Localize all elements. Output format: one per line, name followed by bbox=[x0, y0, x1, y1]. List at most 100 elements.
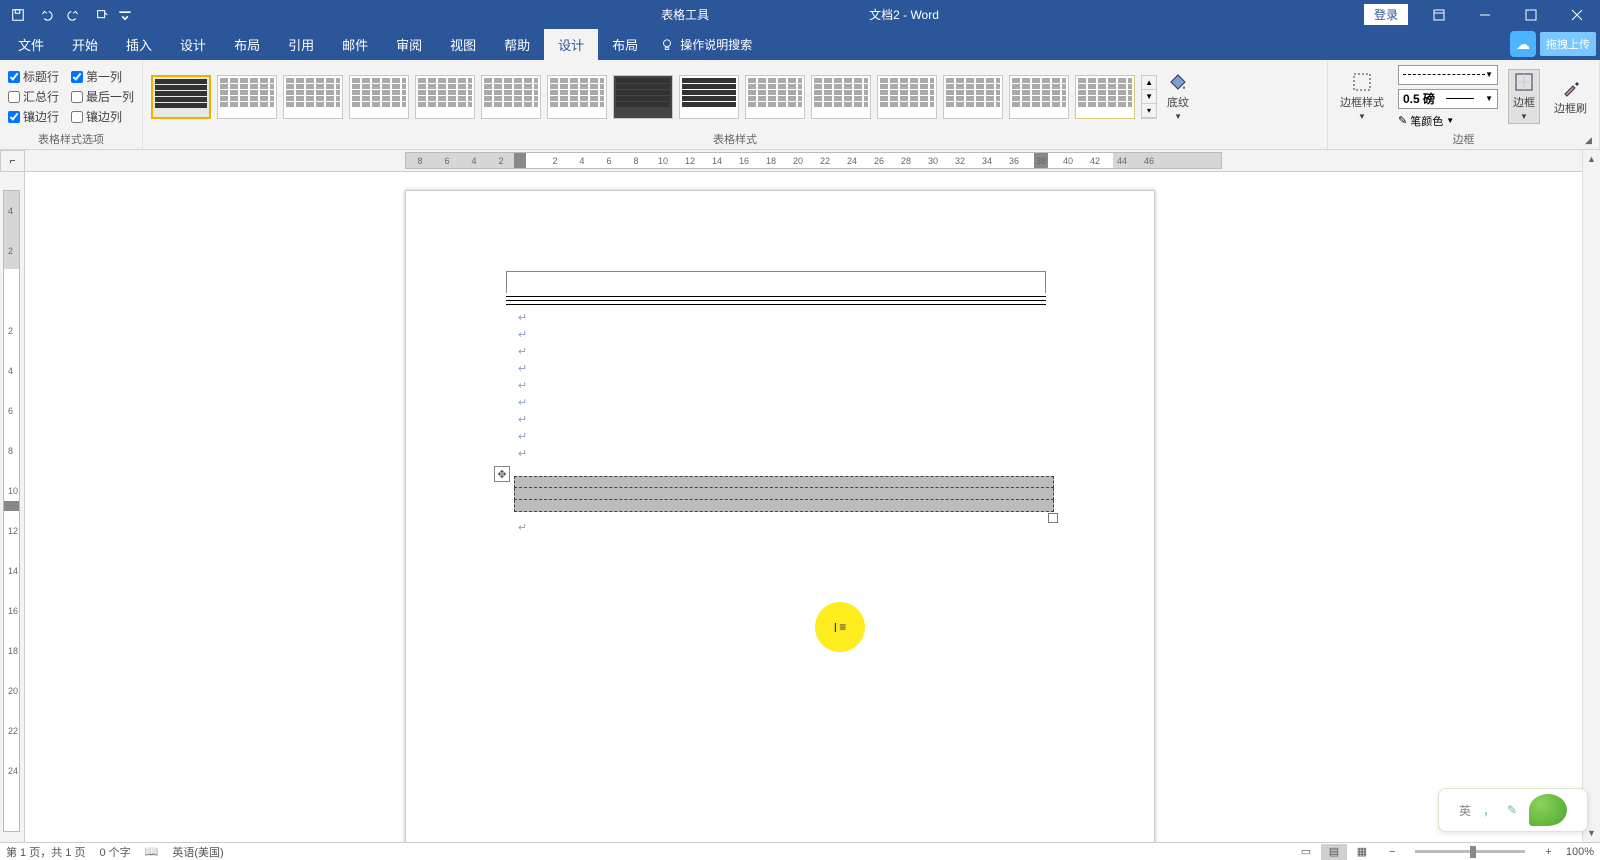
scroll-up-button[interactable]: ▲ bbox=[1583, 150, 1600, 168]
ribbon-tabs: 文件 开始 插入 设计 布局 引用 邮件 审阅 视图 帮助 设计 布局 操作说明… bbox=[0, 29, 1600, 60]
style-thumb-1[interactable] bbox=[217, 75, 277, 119]
zoom-out-button[interactable]: − bbox=[1389, 846, 1395, 858]
tab-table-layout[interactable]: 布局 bbox=[598, 29, 652, 60]
tab-file[interactable]: 文件 bbox=[4, 29, 58, 60]
save-button[interactable] bbox=[6, 3, 30, 27]
ruler-tick: 22 bbox=[820, 156, 830, 166]
vertical-ruler[interactable]: 4224681012141618202224 bbox=[0, 172, 25, 842]
tab-review[interactable]: 审阅 bbox=[382, 29, 436, 60]
document-canvas[interactable]: ↵↵↵↵↵ ↵↵↵↵ ✥ ↵ I ≡ bbox=[25, 172, 1582, 842]
vruler-tick: 14 bbox=[8, 566, 18, 576]
tab-layout[interactable]: 布局 bbox=[220, 29, 274, 60]
table-resize-handle[interactable] bbox=[1048, 513, 1058, 523]
style-thumb-13[interactable] bbox=[1009, 75, 1069, 119]
spellcheck-icon[interactable]: 📖 bbox=[145, 845, 159, 858]
table-2-selected[interactable]: ✥ bbox=[514, 476, 1054, 512]
zoom-in-button[interactable]: + bbox=[1545, 846, 1551, 858]
ime-indicator[interactable]: 英 ， ✎ bbox=[1438, 788, 1588, 832]
line-style-combo[interactable]: ▼ bbox=[1398, 65, 1498, 85]
table-1[interactable] bbox=[506, 271, 1046, 308]
style-thumb-4[interactable] bbox=[415, 75, 475, 119]
tab-references[interactable]: 引用 bbox=[274, 29, 328, 60]
table-row[interactable] bbox=[514, 476, 1054, 488]
chevron-down-icon: ▼ bbox=[1485, 94, 1493, 103]
read-mode-button[interactable]: ▭ bbox=[1293, 844, 1319, 860]
line-width-combo[interactable]: 0.5 磅 ▼ bbox=[1398, 89, 1498, 109]
maximize-button[interactable] bbox=[1508, 0, 1554, 29]
undo-button[interactable] bbox=[34, 3, 58, 27]
paragraph-marks: ↵↵↵↵↵ ↵↵↵↵ bbox=[518, 311, 527, 464]
style-thumb-8[interactable] bbox=[679, 75, 739, 119]
borders-dialog-launcher[interactable]: ◢ bbox=[1585, 135, 1597, 147]
redo-button[interactable] bbox=[62, 3, 86, 27]
tab-view[interactable]: 视图 bbox=[436, 29, 490, 60]
ime-punct: ， bbox=[1483, 802, 1495, 819]
qat-more-button[interactable] bbox=[118, 3, 132, 27]
word-count[interactable]: 0 个字 bbox=[99, 844, 130, 860]
language-status[interactable]: 英语(美国) bbox=[172, 844, 223, 860]
view-buttons: ▭ ▤ ▦ bbox=[1293, 844, 1375, 860]
table-row[interactable] bbox=[514, 500, 1054, 512]
style-thumb-10[interactable] bbox=[811, 75, 871, 119]
style-thumb-7[interactable] bbox=[613, 75, 673, 119]
tab-design[interactable]: 设计 bbox=[166, 29, 220, 60]
ruler-tick: 36 bbox=[1009, 156, 1019, 166]
border-style-button[interactable]: 边框样式 ▼ bbox=[1336, 70, 1388, 123]
customize-qat-button[interactable] bbox=[90, 3, 114, 27]
tab-insert[interactable]: 插入 bbox=[112, 29, 166, 60]
ruler-tick: 44 bbox=[1117, 156, 1127, 166]
login-button[interactable]: 登录 bbox=[1364, 4, 1408, 25]
tell-me-search[interactable]: 操作说明搜索 bbox=[660, 29, 752, 60]
check-total-row[interactable]: 汇总行 bbox=[8, 88, 59, 105]
vruler-tick: 16 bbox=[8, 606, 18, 616]
tab-mailings[interactable]: 邮件 bbox=[328, 29, 382, 60]
minimize-button[interactable] bbox=[1462, 0, 1508, 29]
zoom-value[interactable]: 100% bbox=[1566, 846, 1594, 858]
gallery-up-button[interactable]: ▲ bbox=[1142, 76, 1156, 90]
style-gallery: ▲ ▼ ▾ 底纹 ▼ bbox=[151, 70, 1193, 123]
check-last-col[interactable]: 最后一列 bbox=[71, 88, 134, 105]
table-row[interactable] bbox=[514, 488, 1054, 500]
horizontal-ruler[interactable]: 8642246810121416182022242628303234363840… bbox=[25, 150, 1582, 172]
ruler-tick: 24 bbox=[847, 156, 857, 166]
gallery-more-button[interactable]: ▾ bbox=[1142, 104, 1156, 118]
gallery-down-button[interactable]: ▼ bbox=[1142, 90, 1156, 104]
pen-color-button[interactable]: ✎ 笔颜色 ▼ bbox=[1398, 113, 1498, 129]
ruler-tick: 42 bbox=[1090, 156, 1100, 166]
style-thumb-0[interactable] bbox=[151, 75, 211, 119]
ruler-corner[interactable]: ⌐ bbox=[0, 150, 25, 172]
vertical-scrollbar[interactable]: ▲ ▼ bbox=[1582, 150, 1600, 842]
borders-icon bbox=[1514, 72, 1534, 92]
style-thumb-9[interactable] bbox=[745, 75, 805, 119]
style-thumb-5[interactable] bbox=[481, 75, 541, 119]
web-layout-button[interactable]: ▦ bbox=[1349, 844, 1375, 860]
check-banded-col[interactable]: 镶边列 bbox=[71, 108, 134, 125]
style-thumb-12[interactable] bbox=[943, 75, 1003, 119]
ribbon-display-button[interactable] bbox=[1416, 0, 1462, 29]
tab-home[interactable]: 开始 bbox=[58, 29, 112, 60]
style-thumb-6[interactable] bbox=[547, 75, 607, 119]
brush-icon bbox=[1561, 78, 1581, 98]
style-thumb-2[interactable] bbox=[283, 75, 343, 119]
check-first-col[interactable]: 第一列 bbox=[71, 68, 134, 85]
check-banded-row[interactable]: 镶边行 bbox=[8, 108, 59, 125]
print-layout-button[interactable]: ▤ bbox=[1321, 844, 1347, 860]
tab-table-design[interactable]: 设计 bbox=[544, 29, 598, 60]
tab-help[interactable]: 帮助 bbox=[490, 29, 544, 60]
group-label-borders: 边框 bbox=[1336, 129, 1591, 147]
border-painter-button[interactable]: 边框刷 bbox=[1550, 76, 1591, 118]
ruler-tick: 30 bbox=[928, 156, 938, 166]
style-thumb-3[interactable] bbox=[349, 75, 409, 119]
table-move-handle[interactable]: ✥ bbox=[494, 466, 510, 482]
borders-button[interactable]: 边框 ▼ bbox=[1508, 69, 1540, 124]
close-button[interactable] bbox=[1554, 0, 1600, 29]
page-count[interactable]: 第 1 页，共 1 页 bbox=[6, 844, 85, 860]
upload-widget[interactable]: ☁ 拖拽上传 bbox=[1510, 31, 1596, 57]
style-thumb-14[interactable] bbox=[1075, 75, 1135, 119]
shading-button[interactable]: 底纹 ▼ bbox=[1163, 70, 1193, 123]
style-thumb-11[interactable] bbox=[877, 75, 937, 119]
group-label-table-styles: 表格样式 bbox=[151, 129, 1319, 147]
check-header-row[interactable]: 标题行 bbox=[8, 68, 59, 85]
group-table-styles: ▲ ▼ ▾ 底纹 ▼ 表格样式 bbox=[143, 60, 1328, 149]
zoom-slider[interactable] bbox=[1415, 850, 1525, 853]
